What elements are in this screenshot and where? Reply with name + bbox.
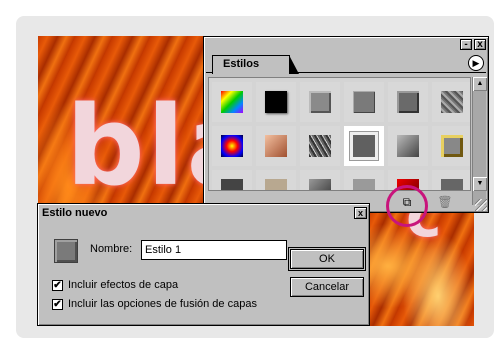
minimize-button[interactable]: -: [460, 39, 472, 50]
name-label: Nombre:: [90, 243, 133, 255]
style-swatch[interactable]: [344, 170, 384, 190]
cancel-button[interactable]: Cancelar: [290, 277, 364, 297]
palette-scrollbar[interactable]: ▲ ▼: [472, 77, 487, 205]
style-swatch[interactable]: [344, 126, 384, 166]
palette-menu-icon[interactable]: ▶: [468, 55, 484, 71]
dialog-close-icon[interactable]: x: [354, 207, 367, 219]
blending-checkbox[interactable]: ✔: [52, 299, 63, 310]
new-style-dialog: Estilo nuevo x Nombre: ✔ Incluir efectos…: [37, 203, 370, 326]
palette-tab-strip: Estilos ▶: [206, 53, 486, 74]
style-swatch[interactable]: [432, 170, 470, 190]
blending-option-label: Incluir las opciones de fusión de capas: [68, 298, 257, 310]
style-swatch[interactable]: [344, 82, 384, 122]
style-swatch-grid: [208, 77, 471, 191]
resize-grip-icon[interactable]: [475, 199, 487, 211]
style-swatch[interactable]: [212, 170, 252, 190]
highlight-circle: [386, 185, 428, 227]
style-swatch[interactable]: [256, 126, 296, 166]
scroll-up-arrow-icon[interactable]: ▲: [473, 77, 487, 91]
palette-titlebar[interactable]: - x: [206, 39, 486, 51]
close-button[interactable]: x: [474, 39, 486, 50]
styles-palette: - x Estilos ▶ ▲ ▼ ⧉ 🗑: [203, 36, 489, 213]
style-swatch[interactable]: [300, 82, 340, 122]
frame-notch: [16, 56, 34, 126]
style-swatch[interactable]: [300, 170, 340, 190]
style-swatch[interactable]: [212, 82, 252, 122]
style-swatch[interactable]: [300, 126, 340, 166]
style-swatch[interactable]: [256, 82, 296, 122]
tab-styles[interactable]: Estilos: [212, 55, 299, 74]
effects-checkbox[interactable]: ✔: [52, 280, 63, 291]
style-swatch[interactable]: [432, 82, 470, 122]
trash-icon[interactable]: 🗑: [437, 194, 453, 210]
style-swatch[interactable]: [388, 82, 428, 122]
dialog-title: Estilo nuevo: [42, 207, 108, 219]
name-field[interactable]: [141, 240, 287, 260]
ok-button[interactable]: OK: [288, 247, 366, 271]
scroll-down-arrow-icon[interactable]: ▼: [473, 177, 487, 191]
style-preview-swatch: [54, 239, 78, 263]
style-swatch[interactable]: [256, 170, 296, 190]
style-swatch[interactable]: [388, 126, 428, 166]
style-swatch[interactable]: [212, 126, 252, 166]
effects-option-label: Incluir efectos de capa: [68, 279, 179, 291]
style-swatch[interactable]: [432, 126, 470, 166]
